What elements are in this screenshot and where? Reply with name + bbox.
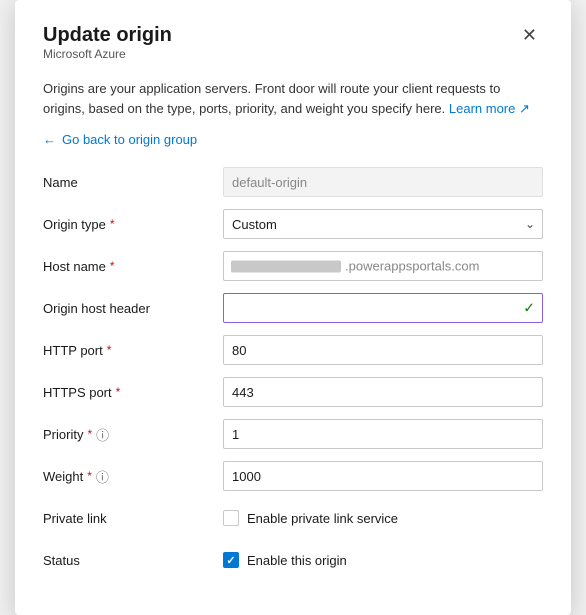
status-checkbox-label: Enable this origin [247, 553, 347, 568]
status-checkbox[interactable] [223, 552, 239, 568]
required-star-hostname: * [110, 259, 115, 273]
name-row: Name [43, 167, 543, 197]
private-link-checkbox-label: Enable private link service [247, 511, 398, 526]
description-text: Origins are your application servers. Fr… [43, 79, 543, 118]
origin-type-label: Origin type * [43, 217, 223, 232]
priority-row: Priority * ⓘ [43, 419, 543, 449]
http-port-input[interactable] [223, 335, 543, 365]
origin-type-select-wrapper: Custom ⌄ [223, 209, 543, 239]
private-link-row: Private link Enable private link service [43, 503, 543, 533]
update-origin-dialog: Update origin Microsoft Azure ✕ Origins … [15, 0, 571, 615]
http-port-label: HTTP port * [43, 343, 223, 358]
private-link-checkbox[interactable] [223, 510, 239, 526]
origin-host-header-wrapper: ✓ [223, 293, 543, 323]
required-star: * [110, 217, 115, 231]
status-row: Status Enable this origin [43, 545, 543, 575]
weight-row: Weight * ⓘ [43, 461, 543, 491]
https-port-label: HTTPS port * [43, 385, 223, 400]
dialog-header: Update origin Microsoft Azure ✕ [43, 24, 543, 75]
required-star-weight: * [87, 469, 92, 483]
priority-label: Priority * ⓘ [43, 425, 223, 444]
close-button[interactable]: ✕ [516, 24, 543, 46]
weight-input[interactable] [223, 461, 543, 491]
name-label: Name [43, 175, 223, 190]
status-checkbox-row: Enable this origin [223, 552, 347, 568]
name-input[interactable] [223, 167, 543, 197]
origin-host-header-row: Origin host header ✓ [43, 293, 543, 323]
origin-type-row: Origin type * Custom ⌄ [43, 209, 543, 239]
back-to-origin-group-link[interactable]: ← Go back to origin group [43, 132, 543, 147]
http-port-row: HTTP port * [43, 335, 543, 365]
learn-more-link[interactable]: Learn more ↗ [449, 101, 530, 116]
host-name-input[interactable] [223, 251, 543, 281]
host-name-row: Host name * .powerappsportals.com [43, 251, 543, 281]
required-star-priority: * [87, 427, 92, 441]
external-link-icon: ↗ [519, 101, 530, 116]
https-port-row: HTTPS port * [43, 377, 543, 407]
required-star-http: * [107, 343, 112, 357]
description-body: Origins are your application servers. Fr… [43, 81, 500, 116]
priority-info-icon[interactable]: ⓘ [96, 425, 109, 444]
private-link-label: Private link [43, 511, 223, 526]
status-label: Status [43, 553, 223, 568]
required-star-https: * [116, 385, 121, 399]
title-group: Update origin Microsoft Azure [43, 24, 172, 75]
dialog-subtitle: Microsoft Azure [43, 47, 172, 61]
origin-type-select[interactable]: Custom [223, 209, 543, 239]
weight-info-icon[interactable]: ⓘ [96, 467, 109, 486]
private-link-checkbox-row: Enable private link service [223, 510, 398, 526]
priority-input[interactable] [223, 419, 543, 449]
weight-label: Weight * ⓘ [43, 467, 223, 486]
origin-host-header-input[interactable] [223, 293, 543, 323]
https-port-input[interactable] [223, 377, 543, 407]
host-name-wrapper: .powerappsportals.com [223, 251, 543, 281]
dialog-title: Update origin [43, 24, 172, 47]
origin-host-header-label: Origin host header [43, 301, 223, 316]
back-arrow-icon: ← [43, 132, 56, 147]
host-name-label: Host name * [43, 259, 223, 274]
back-link-label: Go back to origin group [62, 132, 197, 147]
